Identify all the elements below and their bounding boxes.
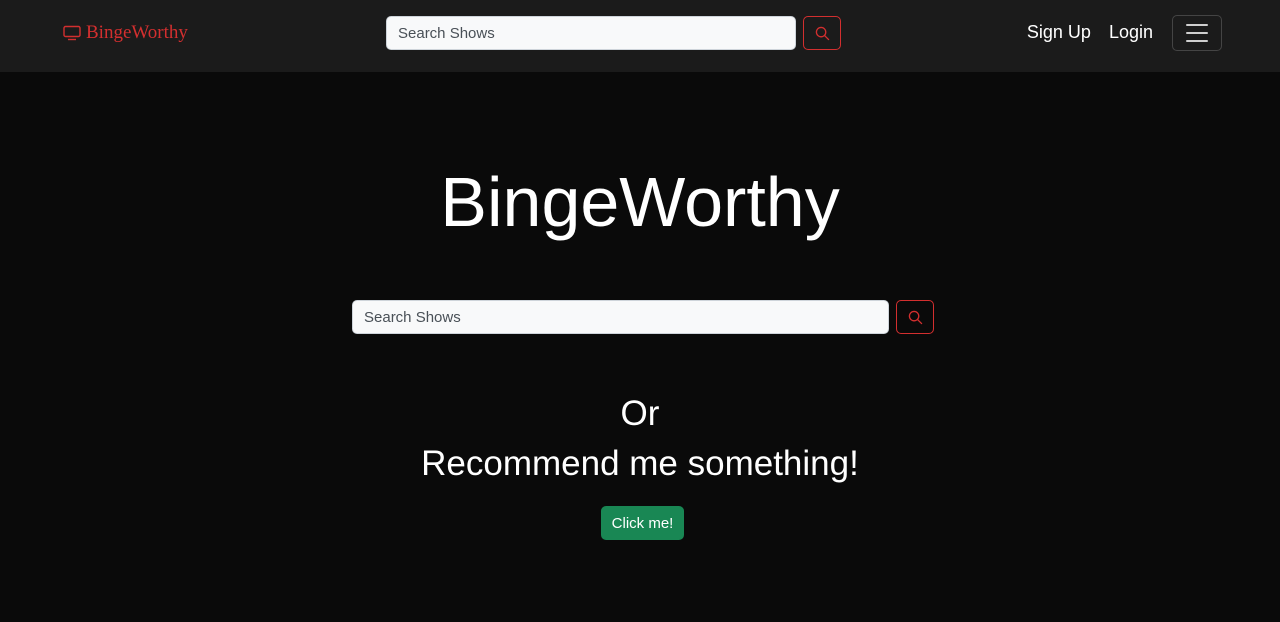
main-search-form: [352, 300, 934, 334]
navbar-search-input[interactable]: [386, 16, 796, 50]
search-icon: [815, 26, 829, 40]
hamburger-menu-icon: [1186, 40, 1208, 42]
or-text: Or: [620, 394, 660, 433]
search-icon: [908, 310, 922, 324]
hero-title: BingeWorthy: [440, 163, 840, 241]
navbar: BingeWorthy Sign Up Login: [0, 0, 1280, 72]
hamburger-menu-icon: [1186, 24, 1208, 26]
login-link[interactable]: Login: [1109, 20, 1153, 44]
signup-link[interactable]: Sign Up: [1027, 20, 1091, 44]
navbar-toggler-button[interactable]: [1172, 15, 1222, 51]
main-search-input[interactable]: [352, 300, 889, 334]
recommend-button[interactable]: Click me!: [601, 506, 684, 540]
brand-link[interactable]: BingeWorthy: [63, 20, 188, 46]
navbar-search-button[interactable]: [803, 16, 841, 50]
main-search-button[interactable]: [896, 300, 934, 334]
navbar-links: Sign Up Login: [1027, 20, 1153, 44]
tv-icon: [63, 25, 81, 41]
recommend-heading: Recommend me something!: [421, 444, 859, 483]
hamburger-menu-icon: [1186, 32, 1208, 34]
brand-name: BingeWorthy: [86, 22, 188, 43]
navbar-search-form: [386, 16, 841, 50]
